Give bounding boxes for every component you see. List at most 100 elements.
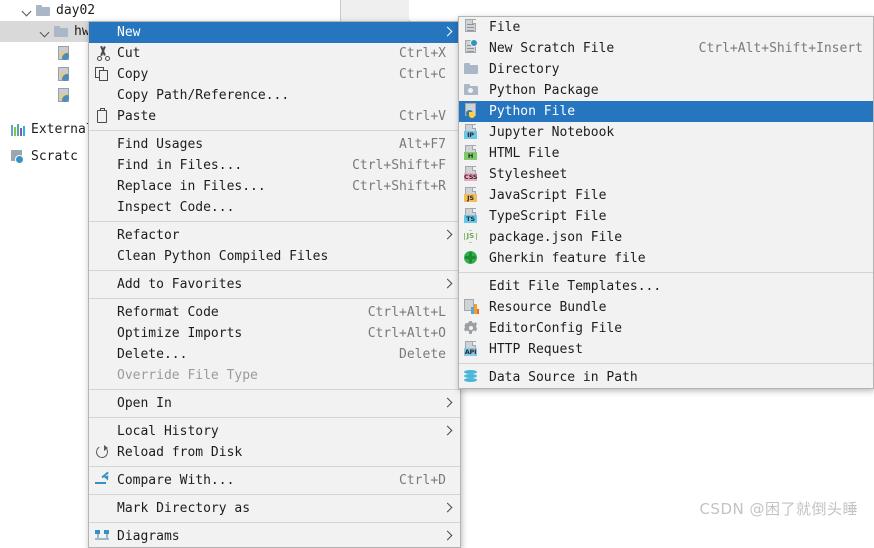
menu-item-accelerator: Ctrl+D [399,473,446,488]
submenu-item-directory[interactable]: Directory [459,59,873,80]
submenu-item-package-json-file[interactable]: JS package.json File [459,227,873,248]
menu-item-icon-slot [89,365,115,386]
menu-item-label: Mark Directory as [117,501,251,516]
tree-item-file-2[interactable] [0,63,72,84]
tree-item-scratches[interactable]: Scratc [0,146,78,167]
menu-item-label: Python Package [489,83,599,98]
javascript-file-icon: JS [464,187,477,202]
menu-item-compare-with[interactable]: Compare With... Ctrl+D [89,470,460,491]
menu-item-cut[interactable]: Cut Ctrl+X [89,43,460,64]
reload-icon [95,445,110,460]
chevron-right-icon [443,274,453,295]
menu-item-reload-from-disk[interactable]: Reload from Disk [89,442,460,463]
menu-item-icon-slot [459,276,485,297]
menu-separator [89,522,460,523]
menu-item-icon-slot [89,43,115,64]
chevron-right-icon [443,225,453,246]
menu-item-inspect-code[interactable]: Inspect Code... [89,197,460,218]
menu-item-icon-slot [89,22,115,43]
submenu-item-stylesheet[interactable]: CSS Stylesheet [459,164,873,185]
menu-item-label: Find in Files... [117,158,243,173]
menu-item-icon-slot: API [459,339,485,360]
menu-item-icon-slot [459,80,485,101]
menu-item-local-history[interactable]: Local History [89,421,460,442]
scratches-icon [10,149,26,165]
menu-item-icon-slot: JS [459,227,485,248]
tree-item-file-1[interactable] [0,42,72,63]
chevron-right-icon [443,421,453,442]
submenu-item-jupyter-notebook[interactable]: IP Jupyter Notebook [459,122,873,143]
menu-item-icon-slot [89,498,115,519]
menu-item-new[interactable]: New [89,22,460,43]
menu-item-find-usages[interactable]: Find Usages Alt+F7 [89,134,460,155]
menu-separator [89,417,460,418]
gherkin-icon [464,251,477,264]
submenu-item-data-source-in-path[interactable]: Data Source in Path [459,367,873,388]
menu-item-icon-slot: IP [459,122,485,143]
menu-item-label: Open In [117,396,172,411]
python-package-icon [464,83,479,96]
menu-item-mark-directory-as[interactable]: Mark Directory as [89,498,460,519]
menu-item-icon-slot [459,248,485,269]
stylesheet-icon: CSS [464,166,478,181]
tree-item-external-libraries[interactable]: External [0,119,94,140]
menu-item-diagrams[interactable]: Diagrams [89,526,460,547]
http-request-icon: API [464,341,477,356]
menu-item-replace-in-files[interactable]: Replace in Files... Ctrl+Shift+R [89,176,460,197]
menu-item-optimize-imports[interactable]: Optimize Imports Ctrl+Alt+O [89,323,460,344]
submenu-item-http-request[interactable]: API HTTP Request [459,339,873,360]
submenu-item-python-file[interactable]: Python File [459,101,873,122]
menu-item-icon-slot: CSS [459,164,485,185]
menu-item-label: JavaScript File [489,188,607,203]
submenu-item-gherkin-feature-file[interactable]: Gherkin feature file [459,248,873,269]
menu-separator [89,221,460,222]
menu-item-icon-slot [89,106,115,127]
menu-item-label: Clean Python Compiled Files [117,249,329,264]
menu-item-delete[interactable]: Delete... Delete [89,344,460,365]
submenu-item-file[interactable]: File [459,17,873,38]
menu-item-refactor[interactable]: Refactor [89,225,460,246]
submenu-item-new-scratch-file[interactable]: New Scratch File Ctrl+Alt+Shift+Insert [459,38,873,59]
resource-bundle-icon [464,299,479,314]
menu-item-label: Paste [117,109,157,124]
menu-item-icon-slot [459,318,485,339]
menu-separator [89,466,460,467]
menu-item-add-to-favorites[interactable]: Add to Favorites [89,274,460,295]
menu-item-label: Add to Favorites [117,277,243,292]
python-file-icon [464,103,478,118]
menu-item-label: Override File Type [117,368,258,383]
menu-item-accelerator: Alt+F7 [399,137,446,152]
menu-item-open-in[interactable]: Open In [89,393,460,414]
submenu-item-typescript-file[interactable]: TS TypeScript File [459,206,873,227]
menu-item-paste[interactable]: Paste Ctrl+V [89,106,460,127]
tree-item-day02[interactable]: day02 [0,0,340,21]
menu-item-clean-python-compiled-files[interactable]: Clean Python Compiled Files [89,246,460,267]
menu-item-icon-slot [89,85,115,106]
menu-item-label: Refactor [117,228,180,243]
menu-item-label: Stylesheet [489,167,568,182]
menu-item-label: Data Source in Path [489,370,638,385]
folder-icon [35,3,51,19]
menu-item-label: File [489,20,521,35]
menu-item-reformat-code[interactable]: Reformat Code Ctrl+Alt+L [89,302,460,323]
menu-item-label: EditorConfig File [489,321,623,336]
submenu-item-javascript-file[interactable]: JS JavaScript File [459,185,873,206]
submenu-item-editorconfig-file[interactable]: EditorConfig File [459,318,873,339]
chevron-down-icon[interactable] [20,4,33,17]
menu-item-icon-slot [89,64,115,85]
menu-item-label: Compare With... [117,473,235,488]
csdn-watermark: CSDN @困了就倒头睡 [699,500,858,518]
submenu-item-resource-bundle[interactable]: Resource Bundle [459,297,873,318]
menu-item-accelerator: Ctrl+Alt+O [367,326,446,341]
submenu-item-python-package[interactable]: Python Package [459,80,873,101]
chevron-down-icon[interactable] [38,25,51,38]
menu-item-find-in-files[interactable]: Find in Files... Ctrl+Shift+F [89,155,460,176]
gear-icon [464,321,477,334]
tree-item-file-3[interactable] [0,84,72,105]
submenu-item-edit-file-templates[interactable]: Edit File Templates... [459,276,873,297]
menu-item-label: TypeScript File [489,209,607,224]
submenu-item-html-file[interactable]: H HTML File [459,143,873,164]
menu-item-copy[interactable]: Copy Ctrl+C [89,64,460,85]
menu-separator [459,272,873,273]
menu-item-copy-path-reference[interactable]: Copy Path/Reference... [89,85,460,106]
